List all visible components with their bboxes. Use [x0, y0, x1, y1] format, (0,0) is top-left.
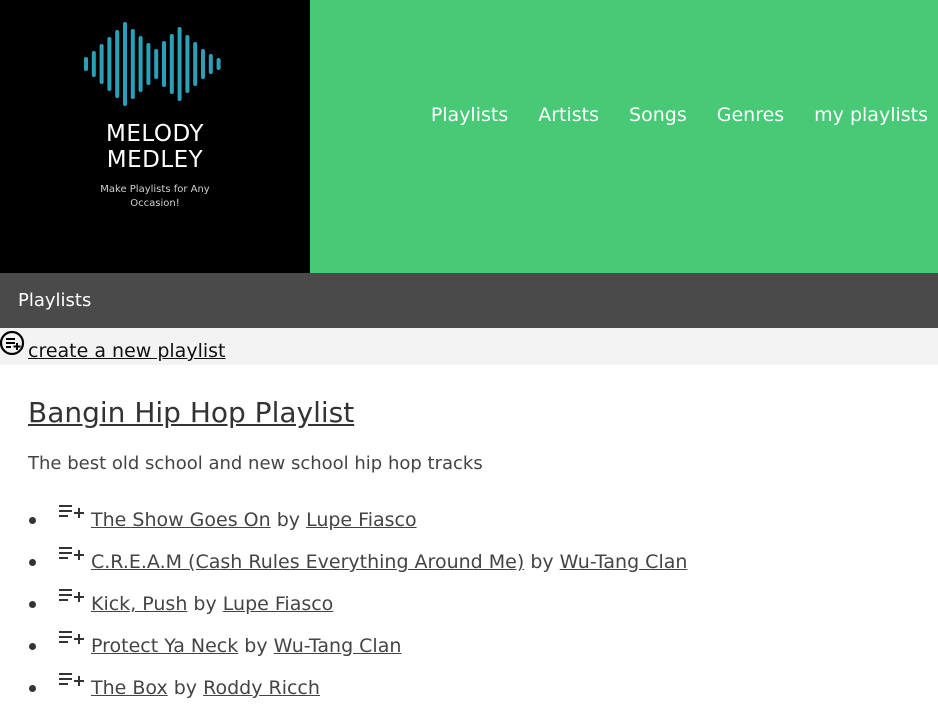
playlist-add-icon[interactable]: [59, 545, 84, 565]
list-item: The Box by Roddy Ricch: [0, 668, 938, 710]
soundwave-bar: [185, 35, 190, 93]
soundwave-bar: [107, 37, 112, 91]
playlist-title[interactable]: Bangin Hip Hop Playlist: [28, 396, 354, 429]
playlist-add-icon[interactable]: [59, 503, 84, 523]
soundwave-bar: [84, 57, 88, 71]
section-bar: Playlists: [0, 273, 938, 328]
soundwave-bar: [201, 49, 205, 79]
artist-link[interactable]: Lupe Fiasco: [306, 509, 417, 531]
soundwave-bar: [146, 43, 151, 85]
soundwave-bar: [115, 30, 120, 98]
playlist-add-icon[interactable]: [59, 587, 84, 607]
by-label: by: [530, 551, 554, 573]
soundwave-bar: [162, 41, 166, 87]
soundwave-bar: [130, 29, 135, 99]
soundwave-bar: [216, 58, 221, 70]
nav-genres[interactable]: Genres: [717, 104, 784, 126]
brand-tagline-line2: Occasion!: [130, 198, 180, 209]
section-title: Playlists: [18, 290, 92, 311]
nav-songs[interactable]: Songs: [629, 104, 687, 126]
track-text: The Show Goes On by Lupe Fiasco: [91, 509, 417, 531]
soundwave-bar: [208, 54, 213, 74]
list-item: Protect Ya Neck by Wu-Tang Clan: [0, 626, 938, 668]
list-item: Kick, Push by Lupe Fiasco: [0, 584, 938, 626]
nav-my-playlists[interactable]: my playlists: [814, 104, 928, 126]
brand-name-line1: MELODY: [106, 121, 204, 147]
track-text: C.R.E.A.M (Cash Rules Everything Around …: [91, 551, 687, 573]
playlist-description: The best old school and new school hip h…: [28, 453, 483, 474]
bullet: [29, 559, 36, 566]
track-text: Protect Ya Neck by Wu-Tang Clan: [91, 635, 401, 657]
logo[interactable]: MELODY MEDLEY Make Playlists for Any Occ…: [0, 0, 310, 273]
song-link[interactable]: Protect Ya Neck: [91, 635, 238, 657]
site-header: MELODY MEDLEY Make Playlists for Any Occ…: [0, 0, 938, 273]
nav-playlists[interactable]: Playlists: [431, 104, 508, 126]
soundwave-bar: [138, 36, 143, 92]
song-link[interactable]: The Box: [91, 677, 168, 699]
bullet: [29, 685, 36, 692]
nav-artists[interactable]: Artists: [538, 104, 599, 126]
bullet: [29, 643, 36, 650]
soundwave-bar: [99, 44, 104, 84]
create-playlist-link[interactable]: create a new playlist: [28, 340, 225, 362]
soundwave-bar: [123, 22, 127, 106]
soundwave-bar: [177, 27, 182, 101]
bullet: [29, 601, 36, 608]
brand-name-line2: MEDLEY: [106, 147, 204, 173]
artist-link[interactable]: Roddy Ricch: [203, 677, 320, 699]
artist-link[interactable]: Wu-Tang Clan: [560, 551, 688, 573]
by-label: by: [276, 509, 301, 531]
by-label: by: [173, 677, 198, 699]
playlist-add-circle-icon[interactable]: [0, 329, 26, 355]
soundwave-bar: [154, 49, 159, 79]
by-label: by: [193, 593, 217, 615]
soundwave-bar: [169, 34, 174, 94]
create-playlist-bar: create a new playlist: [0, 328, 938, 365]
bullet: [29, 517, 36, 524]
brand-tagline-line1: Make Playlists for Any: [100, 184, 210, 195]
track-text: Kick, Push by Lupe Fiasco: [91, 593, 333, 615]
soundwave-bar: [91, 51, 96, 77]
soundwave-bar: [193, 42, 198, 86]
song-link[interactable]: The Show Goes On: [91, 509, 271, 531]
artist-link[interactable]: Wu-Tang Clan: [274, 635, 402, 657]
song-link[interactable]: Kick, Push: [91, 593, 187, 615]
track-list: The Show Goes On by Lupe Fiasco C.R.E.A.…: [0, 500, 938, 710]
list-item: C.R.E.A.M (Cash Rules Everything Around …: [0, 542, 938, 584]
main-nav: Playlists Artists Songs Genres my playli…: [431, 104, 928, 126]
playlist-add-icon[interactable]: [59, 629, 84, 649]
list-item: The Show Goes On by Lupe Fiasco: [0, 500, 938, 542]
track-text: The Box by Roddy Ricch: [91, 677, 320, 699]
by-label: by: [244, 635, 268, 657]
artist-link[interactable]: Lupe Fiasco: [223, 593, 334, 615]
playlist-add-icon[interactable]: [59, 671, 84, 691]
song-link[interactable]: C.R.E.A.M (Cash Rules Everything Around …: [91, 551, 524, 573]
soundwave-icon: [84, 22, 221, 106]
